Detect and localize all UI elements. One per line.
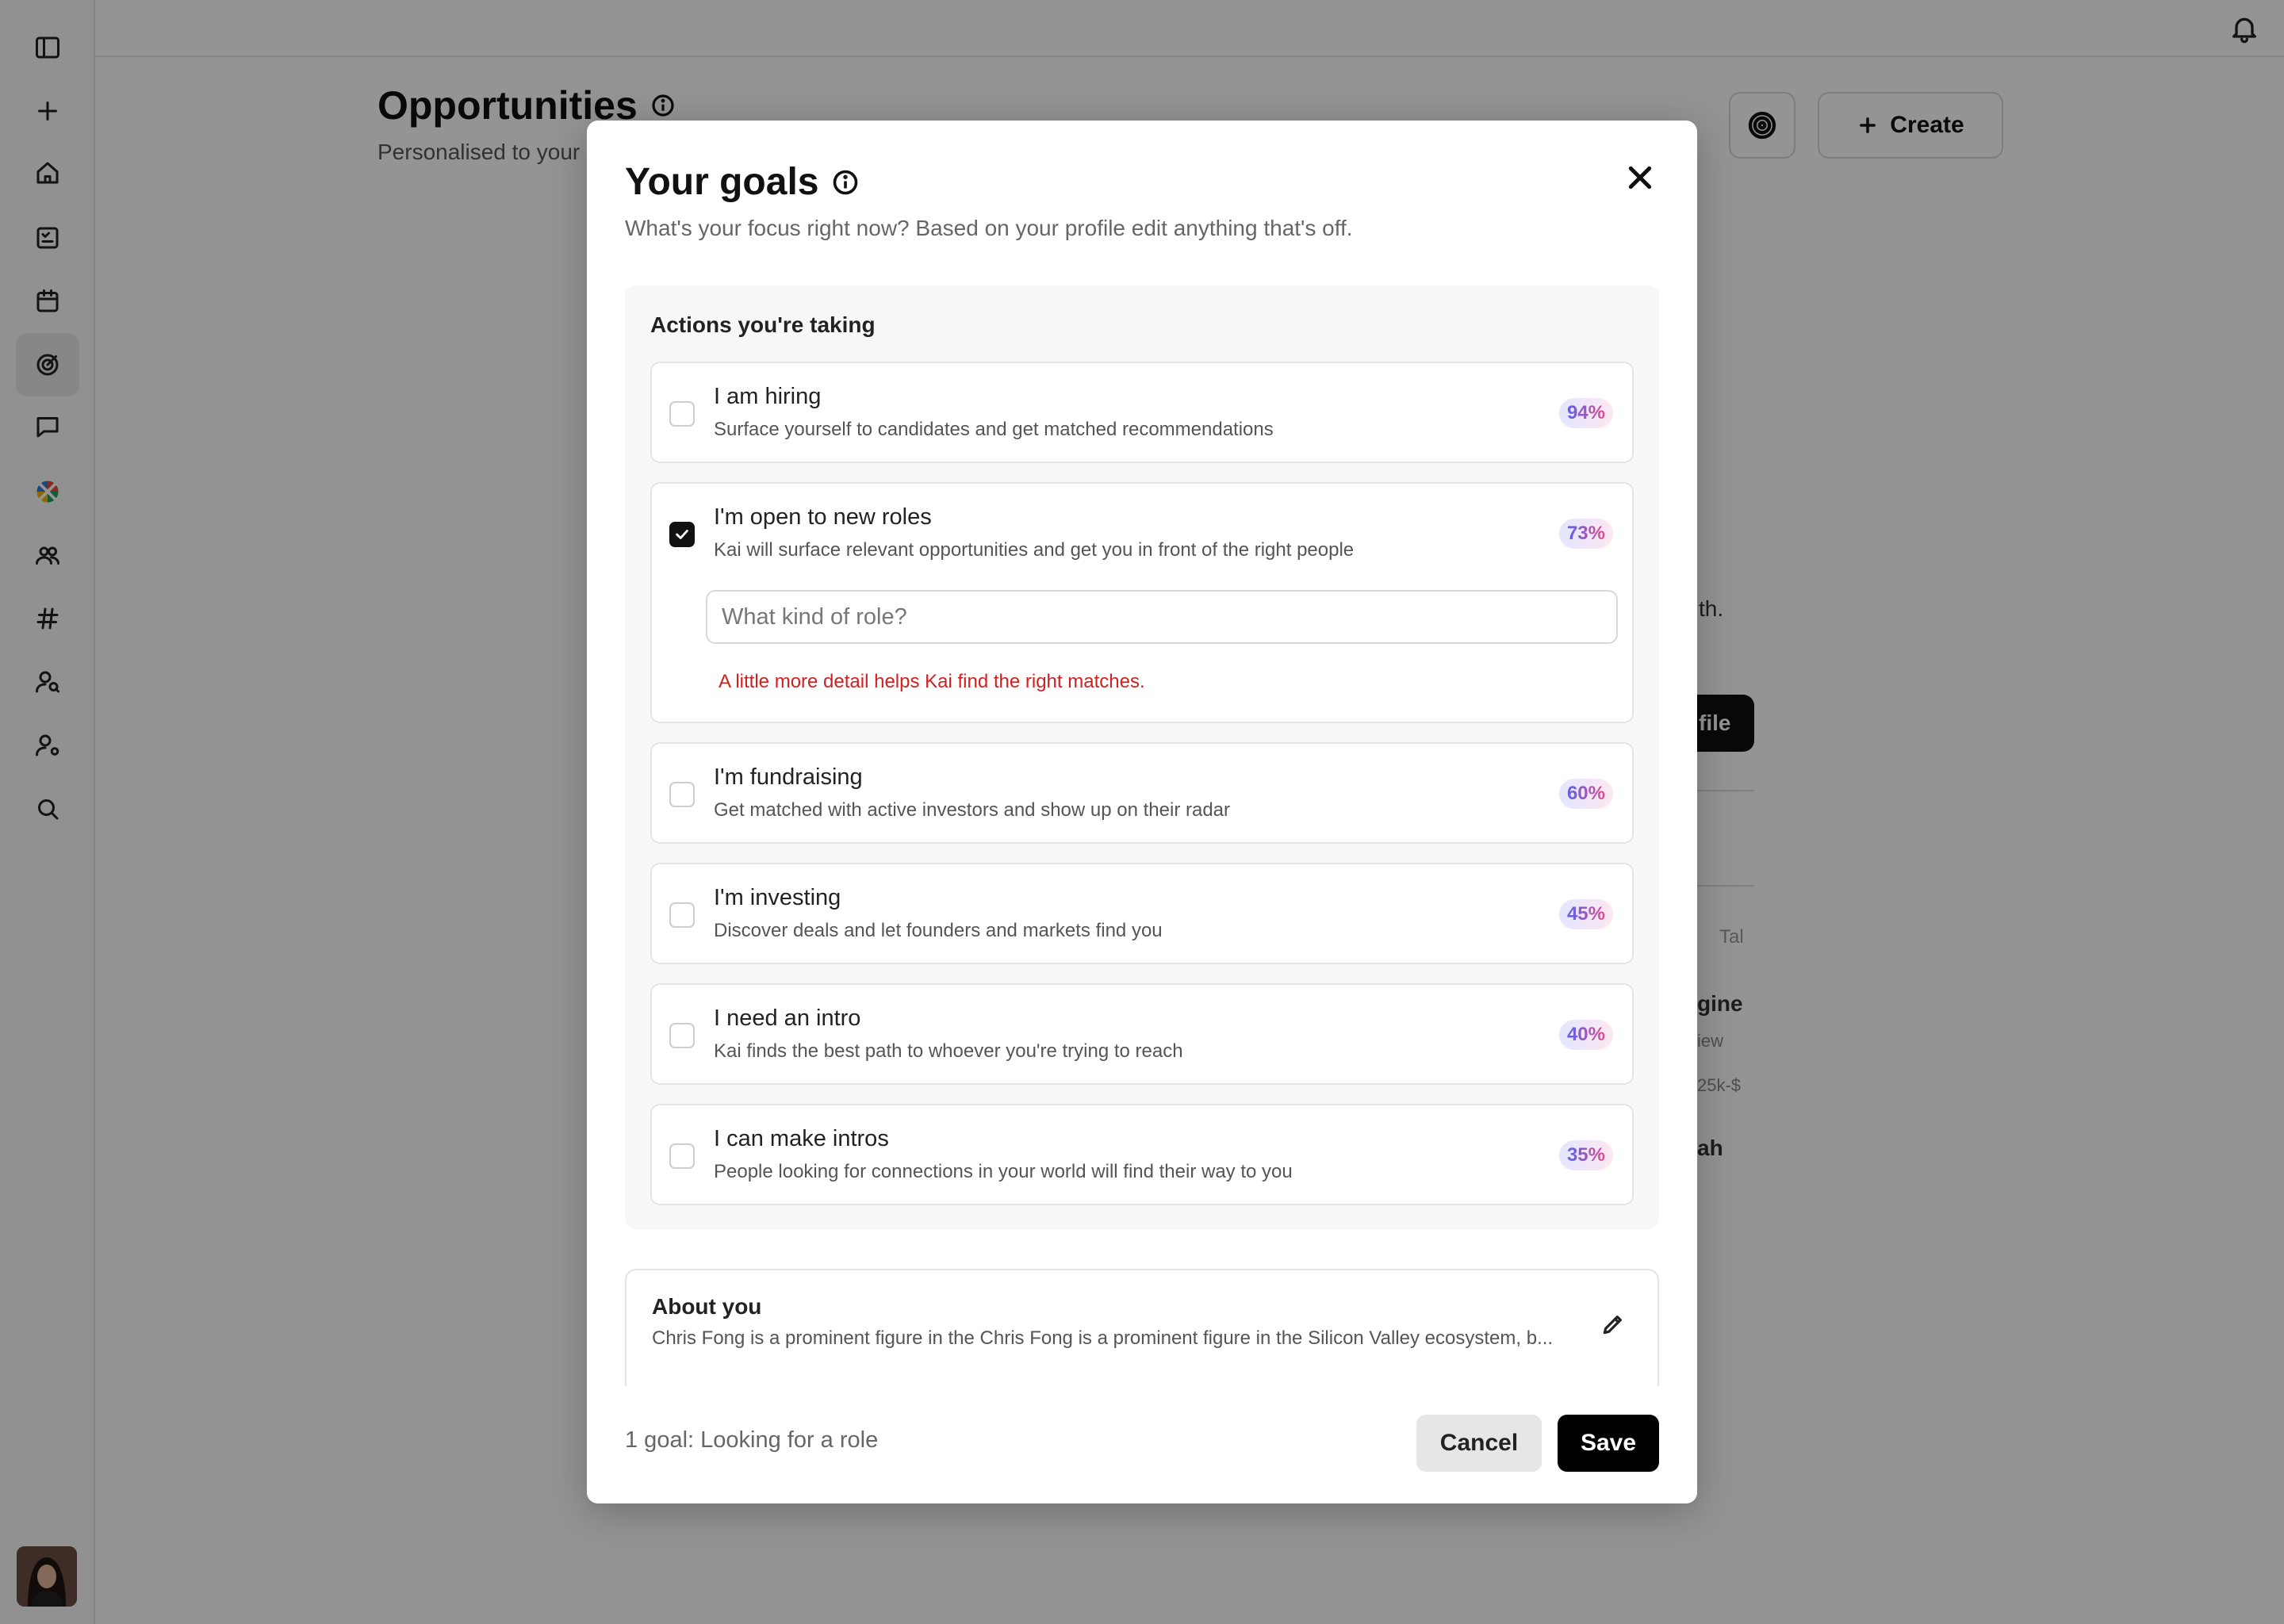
- goal-description: Surface yourself to candidates and get m…: [714, 419, 1274, 440]
- edit-about-button[interactable]: [1600, 1312, 1626, 1337]
- goal-title: I'm investing: [714, 885, 841, 910]
- match-percent-badge: 94%: [1558, 398, 1613, 428]
- check-icon: [676, 530, 688, 539]
- goal-card-need-intro[interactable]: I need an intro Kai finds the best path …: [650, 983, 1634, 1085]
- match-percent: 35%: [1566, 1144, 1605, 1166]
- role-hint-error: A little more detail helps Kai find the …: [719, 671, 1145, 692]
- match-percent-badge: 35%: [1558, 1140, 1613, 1170]
- match-percent-badge: 60%: [1558, 779, 1613, 809]
- actions-panel: Actions you're taking I am hiring Surfac…: [625, 285, 1659, 1229]
- goal-checkbox-fundraising[interactable]: [669, 782, 695, 807]
- goal-card-fundraising[interactable]: I'm fundraising Get matched with active …: [650, 742, 1634, 844]
- goal-title: I am hiring: [714, 384, 822, 409]
- modal-title-text: Your goals: [625, 161, 819, 203]
- close-button[interactable]: [1624, 162, 1656, 193]
- modal-footer: 1 goal: Looking for a role Cancel Save: [587, 1386, 1697, 1503]
- goal-checkbox-open-to-roles[interactable]: [669, 522, 695, 547]
- match-percent: 94%: [1566, 402, 1605, 423]
- goal-checkbox-make-intros[interactable]: [669, 1143, 695, 1169]
- goal-description: Get matched with active investors and sh…: [714, 799, 1230, 821]
- match-percent-badge: 40%: [1558, 1020, 1613, 1050]
- about-text: Chris Fong is a prominent figure in the …: [652, 1327, 1554, 1349]
- goal-checkbox-investing[interactable]: [669, 902, 695, 928]
- modal-title: Your goals: [625, 160, 860, 204]
- goal-checkbox-hiring[interactable]: [669, 401, 695, 427]
- role-input[interactable]: [706, 590, 1618, 644]
- goal-description: Kai finds the best path to whoever you'r…: [714, 1040, 1183, 1062]
- about-title: About you: [652, 1294, 762, 1319]
- goal-count-status: 1 goal: Looking for a role: [625, 1427, 879, 1453]
- match-percent-badge: 45%: [1558, 899, 1613, 929]
- close-icon: [1628, 166, 1652, 190]
- goal-title: I'm fundraising: [714, 764, 863, 790]
- actions-title: Actions you're taking: [650, 312, 876, 337]
- match-percent: 45%: [1566, 903, 1605, 925]
- goal-checkbox-need-intro[interactable]: [669, 1023, 695, 1048]
- match-percent-badge: 73%: [1558, 519, 1613, 549]
- match-percent: 40%: [1566, 1024, 1605, 1045]
- goal-card-make-intros[interactable]: I can make intros People looking for con…: [650, 1104, 1634, 1205]
- cancel-button[interactable]: Cancel: [1416, 1415, 1542, 1472]
- goal-title: I can make intros: [714, 1126, 889, 1151]
- info-icon[interactable]: [831, 168, 860, 197]
- modal-subtitle: What's your focus right now? Based on yo…: [625, 216, 1353, 240]
- goals-modal: Your goals What's your focus right now? …: [587, 121, 1697, 1503]
- match-percent: 73%: [1566, 523, 1605, 544]
- goal-description: People looking for connections in your w…: [714, 1161, 1293, 1182]
- goal-description: Kai will surface relevant opportunities …: [714, 539, 1355, 561]
- goal-card-investing[interactable]: I'm investing Discover deals and let fou…: [650, 863, 1634, 964]
- save-button[interactable]: Save: [1558, 1415, 1659, 1472]
- goal-description: Discover deals and let founders and mark…: [714, 920, 1163, 941]
- about-you-section: About you Chris Fong is a prominent figu…: [625, 1269, 1659, 1396]
- goal-card-open-to-roles[interactable]: I'm open to new roles Kai will surface r…: [650, 482, 1634, 723]
- pencil-icon: [1603, 1316, 1622, 1335]
- match-percent: 60%: [1566, 783, 1605, 804]
- goal-title: I need an intro: [714, 1005, 861, 1031]
- goal-title: I'm open to new roles: [714, 504, 932, 530]
- goal-card-hiring[interactable]: I am hiring Surface yourself to candidat…: [650, 362, 1634, 463]
